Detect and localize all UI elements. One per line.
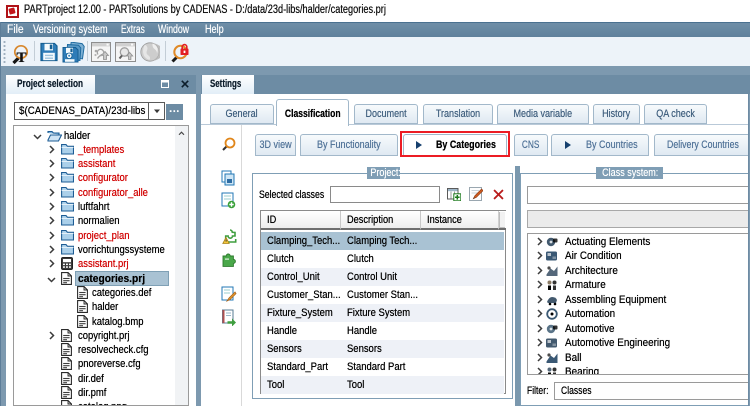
svg-text:T: T: [16, 50, 26, 66]
